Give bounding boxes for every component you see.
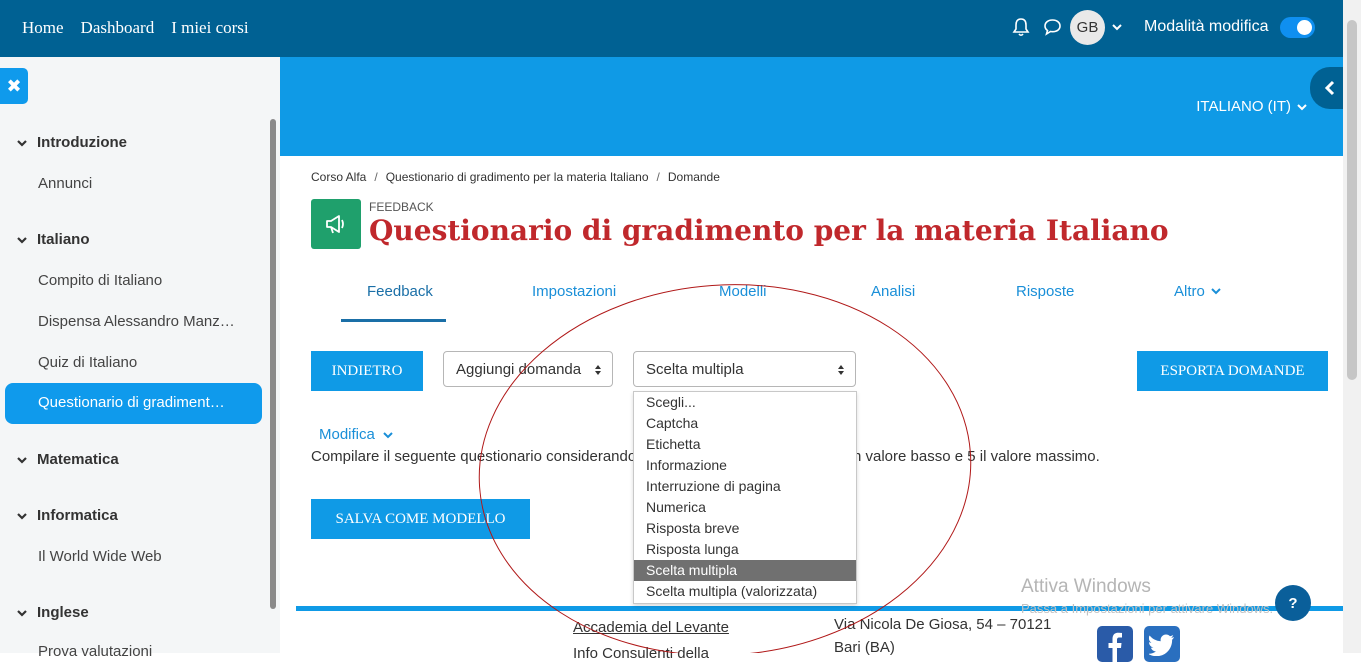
notification-bell-icon[interactable] bbox=[1012, 17, 1030, 37]
tab-risposte[interactable]: Risposte bbox=[1016, 283, 1074, 300]
questionnaire-description-end: n valore basso e 5 il valore massimo. bbox=[853, 448, 1100, 465]
tab-modelli[interactable]: Modelli bbox=[719, 283, 767, 300]
sidebar-item-www[interactable]: Il World Wide Web bbox=[38, 548, 162, 565]
footer-city: Bari (BA) bbox=[834, 639, 895, 656]
close-drawer-button[interactable]: ✖ bbox=[0, 68, 28, 104]
back-button[interactable]: INDIETRO bbox=[311, 351, 423, 391]
drawer-scrollbar[interactable] bbox=[270, 119, 276, 609]
chevron-down-icon bbox=[1297, 103, 1307, 110]
edit-mode-toggle[interactable] bbox=[1280, 17, 1315, 38]
feedback-activity-icon bbox=[311, 199, 361, 249]
question-type-select[interactable]: Scelta multipla bbox=[633, 351, 856, 387]
select-arrows-icon bbox=[838, 365, 844, 375]
questionnaire-description: Compilare il seguente questionario consi… bbox=[311, 448, 637, 465]
sidebar-item-dispensa[interactable]: Dispensa Alessandro Manz… bbox=[38, 313, 235, 330]
question-type-select-value: Scelta multipla bbox=[646, 361, 744, 378]
section-matematica[interactable]: Matematica bbox=[16, 451, 119, 468]
language-selector[interactable]: ITALIANO (IT) bbox=[1196, 98, 1307, 115]
breadcrumb-separator: / bbox=[656, 170, 660, 184]
dropdown-option[interactable]: Risposta breve bbox=[634, 518, 856, 539]
chevron-down-icon[interactable] bbox=[1111, 21, 1123, 33]
footer-address: Via Nicola De Giosa, 54 – 70121 bbox=[834, 616, 1052, 633]
toggle-knob bbox=[1297, 20, 1312, 35]
breadcrumb-course[interactable]: Corso Alfa bbox=[311, 170, 366, 184]
chevron-down-icon bbox=[17, 236, 27, 244]
save-as-template-button[interactable]: SALVA COME MODELLO bbox=[311, 499, 530, 539]
section-italiano[interactable]: Italiano bbox=[16, 231, 90, 248]
sidebar-item-quiz[interactable]: Quiz di Italiano bbox=[38, 354, 137, 371]
dropdown-option[interactable]: Captcha bbox=[634, 413, 856, 434]
chevron-left-icon bbox=[1324, 80, 1335, 96]
breadcrumb-activity[interactable]: Questionario di gradimento per la materi… bbox=[386, 170, 649, 184]
activity-type-label: FEEDBACK bbox=[369, 200, 434, 214]
add-question-select[interactable]: Aggiungi domanda bbox=[443, 351, 613, 387]
export-questions-button[interactable]: ESPORTA DOMANDE bbox=[1137, 351, 1328, 391]
dropdown-option[interactable]: Numerica bbox=[634, 497, 856, 518]
question-type-dropdown-list: Scegli... Captcha Etichetta Informazione… bbox=[633, 391, 857, 604]
chevron-down-icon bbox=[17, 139, 27, 147]
add-question-select-value: Aggiungi domanda bbox=[456, 361, 582, 378]
dropdown-option[interactable]: Etichetta bbox=[634, 434, 856, 455]
sidebar-item-prova[interactable]: Prova valutazioni bbox=[38, 643, 152, 660]
chevron-down-icon bbox=[383, 431, 393, 438]
dropdown-option[interactable]: Informazione bbox=[634, 455, 856, 476]
facebook-icon[interactable] bbox=[1097, 626, 1133, 662]
section-introduzione[interactable]: Introduzione bbox=[16, 134, 127, 151]
sidebar-item-annunci[interactable]: Annunci bbox=[38, 175, 92, 192]
sidebar-item-compito[interactable]: Compito di Italiano bbox=[38, 272, 162, 289]
chevron-down-icon bbox=[1211, 288, 1221, 295]
page-title: Questionario di gradimento per la materi… bbox=[369, 214, 1169, 247]
help-button[interactable]: ? bbox=[1275, 585, 1311, 621]
chevron-down-icon bbox=[17, 456, 27, 464]
dropdown-option[interactable]: Risposta lunga bbox=[634, 539, 856, 560]
course-index-drawer: ✖ Introduzione Annunci Italiano Compito … bbox=[0, 57, 280, 660]
breadcrumb-separator: / bbox=[374, 170, 378, 184]
edit-menu[interactable]: Modifica bbox=[319, 426, 393, 443]
section-label: Inglese bbox=[37, 604, 89, 621]
windows-activation-subtitle: Passa a Impostazioni per attivare Window… bbox=[1021, 601, 1274, 616]
dropdown-option[interactable]: Scegli... bbox=[634, 392, 856, 413]
page-scrollbar[interactable] bbox=[1343, 0, 1361, 653]
footer-org-link[interactable]: Accademia del Levante bbox=[573, 619, 729, 636]
messages-icon[interactable] bbox=[1043, 18, 1062, 36]
section-informatica[interactable]: Informatica bbox=[16, 507, 118, 524]
dropdown-option-selected[interactable]: Scelta multipla bbox=[634, 560, 856, 581]
nav-dashboard[interactable]: Dashboard bbox=[81, 18, 155, 38]
tab-analisi[interactable]: Analisi bbox=[871, 283, 915, 300]
nav-my-courses[interactable]: I miei corsi bbox=[171, 18, 248, 38]
chevron-down-icon bbox=[17, 609, 27, 617]
primary-navigation: Home Dashboard I miei corsi bbox=[22, 18, 249, 38]
dropdown-option[interactable]: Scelta multipla (valorizzata) bbox=[634, 581, 856, 602]
active-tab-indicator bbox=[341, 319, 446, 322]
tab-altro[interactable]: Altro bbox=[1174, 283, 1221, 300]
windows-activation-title: Attiva Windows bbox=[1021, 576, 1151, 597]
facebook-glyph bbox=[1108, 632, 1122, 662]
tab-feedback[interactable]: Feedback bbox=[367, 283, 433, 300]
chevron-down-icon bbox=[17, 512, 27, 520]
section-label: Matematica bbox=[37, 451, 119, 468]
footer-org-subtitle: Info Consulenti della bbox=[573, 645, 709, 662]
breadcrumb-current: Domande bbox=[667, 170, 720, 184]
tab-altro-label: Altro bbox=[1174, 283, 1205, 300]
twitter-icon[interactable] bbox=[1144, 626, 1180, 662]
page-scrollbar-thumb[interactable] bbox=[1347, 20, 1357, 380]
sidebar-item-questionario[interactable]: Questionario di gradiment… bbox=[5, 383, 262, 424]
nav-home[interactable]: Home bbox=[22, 18, 64, 38]
section-label: Informatica bbox=[37, 507, 118, 524]
edit-mode-label: Modalità modifica bbox=[1144, 18, 1269, 35]
breadcrumb: Corso Alfa / Questionario di gradimento … bbox=[311, 170, 720, 184]
language-label: ITALIANO (IT) bbox=[1196, 98, 1291, 115]
dropdown-option[interactable]: Interruzione di pagina bbox=[634, 476, 856, 497]
top-navbar: Home Dashboard I miei corsi GB Modalità … bbox=[0, 0, 1361, 57]
section-inglese[interactable]: Inglese bbox=[16, 604, 89, 621]
edit-menu-label: Modifica bbox=[319, 426, 375, 443]
select-arrows-icon bbox=[595, 365, 601, 375]
tab-impostazioni[interactable]: Impostazioni bbox=[532, 283, 616, 300]
user-avatar[interactable]: GB bbox=[1070, 10, 1105, 45]
section-label: Introduzione bbox=[37, 134, 127, 151]
page-header-banner: ITALIANO (IT) bbox=[280, 57, 1350, 156]
megaphone-icon bbox=[326, 215, 344, 234]
section-label: Italiano bbox=[37, 231, 90, 248]
